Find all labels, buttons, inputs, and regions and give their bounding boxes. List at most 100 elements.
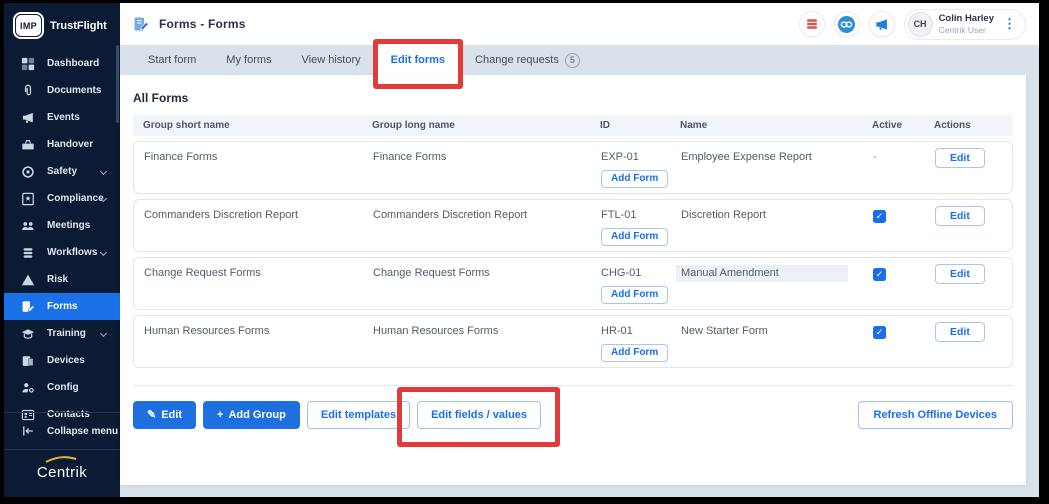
group-long-name: Change Request Forms — [373, 267, 601, 279]
sidebar-item-label: Documents — [47, 85, 101, 96]
sidebar-item-forms[interactable]: Forms — [4, 293, 120, 320]
app-window: IMP TrustFlight Dashboard Documents Even… — [4, 3, 1039, 497]
chevron-down-icon — [100, 330, 107, 337]
group-long-name: Human Resources Forms — [373, 325, 601, 337]
add-form-button[interactable]: Add Form — [601, 228, 668, 246]
megaphone-icon — [874, 17, 889, 32]
link-button[interactable] — [834, 11, 860, 37]
sidebar-item-documents[interactable]: Documents — [4, 77, 120, 104]
add-group-button[interactable]: + Add Group — [203, 401, 300, 429]
check-icon: ✓ — [876, 327, 884, 338]
sidebar-item-config[interactable]: Config — [4, 374, 120, 401]
edit-button[interactable]: Edit — [935, 322, 985, 342]
header-actions: CH Colin Harley Centrik User ⋮ — [799, 9, 1026, 40]
add-form-button[interactable]: Add Form — [601, 344, 668, 362]
content-divider — [133, 385, 1013, 386]
trustflight-logo-icon: IMP — [15, 14, 42, 37]
edit-templates-label: Edit templates — [321, 409, 396, 421]
edit-button[interactable]: Edit — [935, 206, 985, 226]
name-cell-editable[interactable]: Manual Amendment — [676, 265, 848, 282]
form-name: New Starter Form — [681, 325, 873, 337]
user-meta: Colin Harley Centrik User — [939, 13, 994, 35]
announcements-button[interactable] — [869, 11, 895, 37]
sidebar-item-label: Handover — [47, 139, 93, 150]
risk-icon — [20, 272, 35, 287]
compliance-icon — [20, 191, 35, 206]
training-icon — [20, 326, 35, 341]
tab-label: View history — [302, 54, 361, 66]
sidebar-divider — [4, 412, 120, 413]
sidebar-item-label: Training — [47, 328, 86, 339]
form-id: HR-01 — [601, 325, 681, 337]
sidebar-item-label: Workflows — [47, 247, 97, 258]
column-id: ID — [600, 120, 680, 131]
sidebar-nav: Dashboard Documents Events Handover Safe… — [4, 50, 120, 428]
edit-button[interactable]: Edit — [935, 264, 985, 284]
tab-edit-forms[interactable]: Edit forms — [376, 45, 460, 75]
sidebar-item-label: Compliance — [47, 193, 104, 204]
page-header: Forms - Forms CH Colin Harley Centrik Us… — [120, 3, 1039, 45]
sidebar-item-label: Risk — [47, 274, 68, 285]
active-checkbox[interactable]: ✓ — [873, 268, 886, 281]
content-panel: All Forms Group short name Group long na… — [120, 75, 1026, 485]
change-requests-badge: 5 — [565, 53, 580, 68]
form-name: Employee Expense Report — [681, 151, 873, 163]
tab-view-history[interactable]: View history — [287, 45, 376, 75]
add-form-button[interactable]: Add Form — [601, 170, 668, 188]
sidebar-item-dashboard[interactable]: Dashboard — [4, 50, 120, 77]
main-area: Forms - Forms CH Colin Harley Centrik Us… — [120, 3, 1039, 497]
tab-label: Change requests — [475, 54, 559, 66]
app-logo: IMP TrustFlight — [4, 3, 120, 37]
user-name: Colin Harley — [939, 13, 994, 24]
edit-fields-values-button[interactable]: Edit fields / values — [417, 401, 541, 429]
group-long-name: Commanders Discretion Report — [373, 209, 601, 221]
column-actions: Actions — [934, 120, 1013, 131]
user-menu[interactable]: CH Colin Harley Centrik User ⋮ — [904, 9, 1026, 40]
centrik-swoosh-icon — [44, 454, 78, 464]
group-short-name: Finance Forms — [144, 151, 373, 163]
group-long-name: Finance Forms — [373, 151, 601, 163]
add-form-button[interactable]: Add Form — [601, 286, 668, 304]
sidebar-item-label: Safety — [47, 166, 77, 177]
collapse-menu-button[interactable]: Collapse menu — [4, 418, 120, 444]
section-title: All Forms — [133, 75, 1013, 105]
sidebar-item-workflows[interactable]: Workflows — [4, 239, 120, 266]
page-title-wrap: Forms - Forms — [133, 16, 246, 33]
sidebar-item-training[interactable]: Training — [4, 320, 120, 347]
collapse-menu-label: Collapse menu — [47, 426, 118, 437]
refresh-offline-devices-button[interactable]: Refresh Offline Devices — [858, 401, 1014, 429]
queue-button[interactable] — [799, 11, 825, 37]
table-row: Human Resources Forms Human Resources Fo… — [133, 315, 1013, 368]
tab-start-form[interactable]: Start form — [133, 45, 211, 75]
form-id: FTL-01 — [601, 209, 681, 221]
sidebar-item-events[interactable]: Events — [4, 104, 120, 131]
edit-templates-button[interactable]: Edit templates — [307, 401, 410, 429]
tab-label: Edit forms — [391, 54, 445, 66]
sidebar-item-compliance[interactable]: Compliance — [4, 185, 120, 212]
sidebar-item-risk[interactable]: Risk — [4, 266, 120, 293]
user-role: Centrik User — [939, 25, 994, 35]
edit-fields-values-label: Edit fields / values — [431, 409, 527, 421]
edit-button[interactable]: Edit — [935, 148, 985, 168]
sidebar-item-handover[interactable]: Handover — [4, 131, 120, 158]
tab-label: Start form — [148, 54, 196, 66]
edit-button-label: Edit — [161, 409, 182, 421]
tab-change-requests[interactable]: Change requests 5 — [460, 45, 595, 75]
chevron-down-icon — [100, 249, 107, 256]
devices-icon — [20, 353, 35, 368]
tab-my-forms[interactable]: My forms — [211, 45, 286, 75]
page-title: Forms - Forms — [159, 17, 246, 31]
meetings-icon — [20, 218, 35, 233]
avatar: CH — [908, 12, 933, 37]
sidebar-item-safety[interactable]: Safety — [4, 158, 120, 185]
active-checkbox[interactable]: ✓ — [873, 210, 886, 223]
sidebar: IMP TrustFlight Dashboard Documents Even… — [4, 3, 120, 497]
sidebar-item-devices[interactable]: Devices — [4, 347, 120, 374]
sidebar-item-meetings[interactable]: Meetings — [4, 212, 120, 239]
kebab-menu-icon[interactable]: ⋮ — [1003, 16, 1016, 32]
centrik-logo: Centrik — [4, 455, 120, 489]
centrik-logo-text: Centrik — [37, 464, 87, 481]
red-stack-icon — [804, 16, 820, 32]
edit-button-primary[interactable]: ✎ Edit — [133, 401, 196, 429]
active-checkbox[interactable]: ✓ — [873, 326, 886, 339]
